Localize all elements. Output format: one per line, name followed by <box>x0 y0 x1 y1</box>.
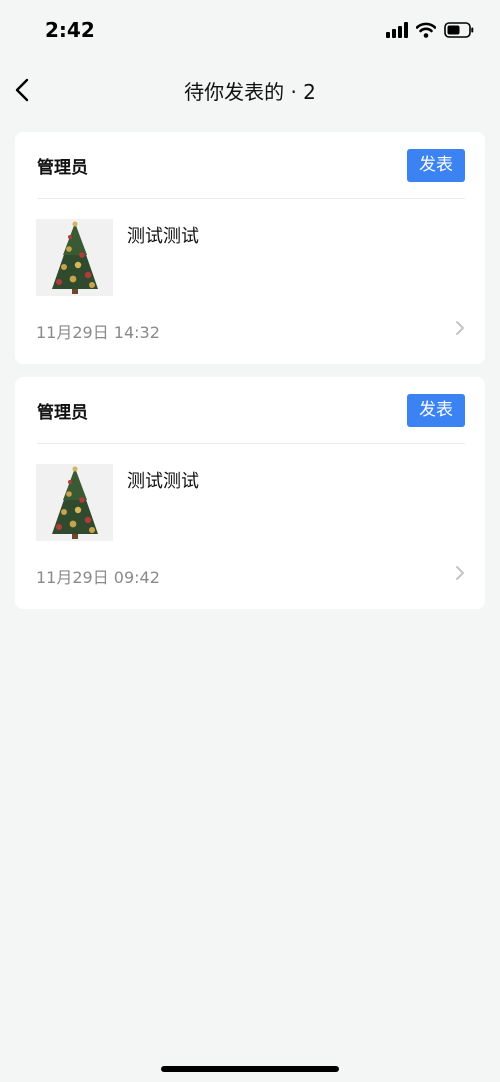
author-name: 管理员 <box>37 158 88 178</box>
status-icons <box>386 22 474 38</box>
page-title: 待你发表的 · 2 <box>184 80 316 104</box>
home-indicator[interactable] <box>161 1066 339 1072</box>
status-time: 2:42 <box>45 18 95 42</box>
nav-bar: 待你发表的 · 2 <box>0 62 500 118</box>
battery-icon <box>444 22 474 38</box>
card-header: 管理员 发表 <box>37 132 465 199</box>
post-title[interactable]: 测试测试 <box>127 467 199 493</box>
post-card: 管理员 发表 测试测试 11月29日 14:32 <box>15 132 485 364</box>
christmas-tree-thumbnail <box>52 221 98 294</box>
chevron-right-icon[interactable] <box>455 565 465 585</box>
post-title[interactable]: 测试测试 <box>127 222 199 248</box>
status-bar: 2:42 <box>0 0 500 62</box>
card-header: 管理员 发表 <box>37 377 465 444</box>
publish-button[interactable]: 发表 <box>407 149 465 182</box>
post-thumbnail[interactable] <box>36 464 113 541</box>
signal-icon <box>386 22 408 38</box>
post-card: 管理员 发表 测试测试 11月29日 09:42 <box>15 377 485 609</box>
post-date: 11月29日 09:42 <box>36 568 160 587</box>
publish-button[interactable]: 发表 <box>407 394 465 427</box>
christmas-tree-thumbnail <box>52 466 98 539</box>
author-name: 管理员 <box>37 403 88 423</box>
chevron-right-icon[interactable] <box>455 320 465 340</box>
post-date: 11月29日 14:32 <box>36 323 160 342</box>
post-thumbnail[interactable] <box>36 219 113 296</box>
wifi-icon <box>416 22 436 38</box>
